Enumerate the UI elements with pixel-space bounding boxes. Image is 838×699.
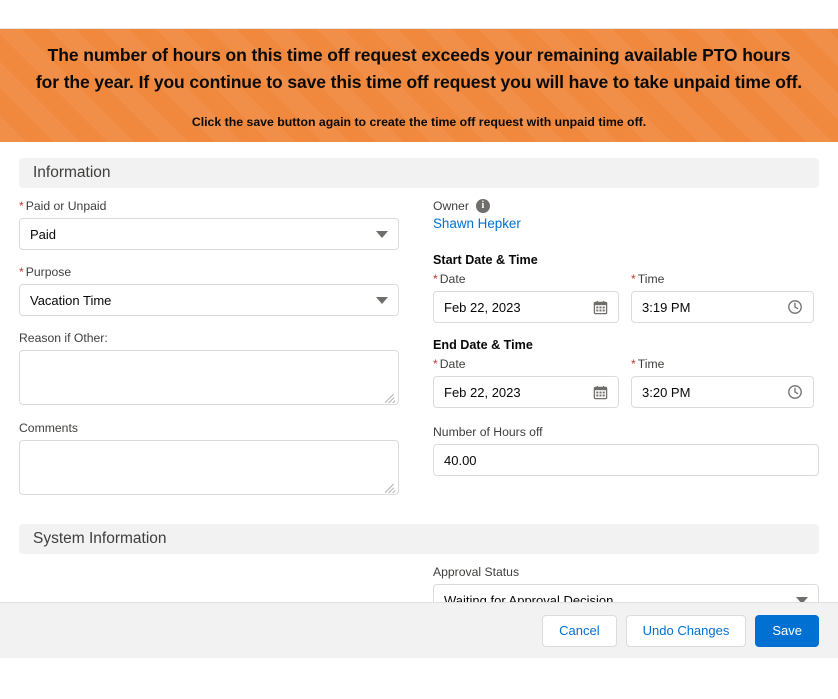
start-time-input[interactable]: 3:19 PM [631, 291, 814, 323]
label-purpose: * Purpose [19, 265, 399, 280]
label-comments: Comments [19, 421, 78, 435]
banner-message-line1: The number of hours on this time off req… [47, 45, 791, 65]
clock-icon[interactable] [787, 384, 803, 400]
end-date-value: Feb 22, 2023 [444, 384, 521, 400]
end-date-time-row: * Date Feb 22, 2023 * Time 3:20 PM [433, 357, 819, 408]
field-purpose: * Purpose Vacation Time [19, 265, 399, 316]
field-start-time: * Time 3:19 PM [631, 272, 814, 323]
label-number-of-hours-off: Number of Hours off [433, 425, 543, 439]
calendar-icon[interactable] [593, 385, 608, 400]
calendar-icon[interactable] [593, 300, 608, 315]
information-left-column: * Paid or Unpaid Paid * Purpose Vacation T… [19, 188, 419, 510]
form-footer: Cancel Undo Changes Save [0, 602, 838, 658]
field-start-date: * Date Feb 22, 2023 [433, 272, 619, 323]
owner-label-row: Owner i [433, 199, 819, 213]
label-end-date: * Date [433, 357, 619, 372]
end-time-value: 3:20 PM [642, 384, 691, 400]
label-paid-or-unpaid: * Paid or Unpaid [19, 199, 399, 214]
label-start-time: * Time [631, 272, 814, 287]
required-asterisk: * [433, 272, 438, 286]
section-title-information: Information [33, 164, 111, 181]
information-right-column: Owner i Shawn Hepker Start Date & Time *… [419, 188, 819, 510]
required-asterisk: * [19, 199, 24, 213]
resize-handle-icon[interactable] [385, 392, 396, 403]
reason-if-other-textarea[interactable] [19, 350, 399, 405]
required-asterisk: * [19, 265, 24, 279]
resize-handle-icon[interactable] [385, 482, 396, 493]
label-text: Paid or Unpaid [25, 199, 107, 213]
start-date-value: Feb 22, 2023 [444, 299, 521, 315]
label-reason-if-other: Reason if Other: [19, 331, 108, 345]
paid-or-unpaid-select[interactable]: Paid [19, 218, 399, 250]
label-text: Time [637, 272, 665, 286]
section-header-system-information: System Information [19, 524, 819, 554]
end-date-time-group-title: End Date & Time [433, 338, 533, 352]
label-owner: Owner [433, 199, 469, 213]
comments-textarea[interactable] [19, 440, 399, 495]
field-comments: Comments [19, 421, 399, 495]
section-title-system-information: System Information [33, 530, 167, 547]
cancel-button[interactable]: Cancel [542, 614, 617, 647]
field-end-time: * Time 3:20 PM [631, 357, 814, 408]
field-number-of-hours-off: Number of Hours off 40.00 [433, 425, 819, 476]
purpose-value: Vacation Time [30, 292, 112, 308]
required-asterisk: * [631, 357, 636, 371]
number-of-hours-off-input[interactable]: 40.00 [433, 444, 819, 476]
field-reason-if-other: Reason if Other: [19, 331, 399, 405]
info-icon[interactable]: i [475, 199, 490, 213]
field-end-date: * Date Feb 22, 2023 [433, 357, 619, 408]
paid-or-unpaid-value: Paid [30, 226, 57, 242]
section-header-information: Information [19, 158, 819, 188]
start-date-input[interactable]: Feb 22, 2023 [433, 291, 619, 323]
number-of-hours-off-value: 40.00 [444, 452, 477, 468]
chevron-down-icon [376, 296, 388, 304]
owner-link[interactable]: Shawn Hepker [433, 216, 521, 231]
label-text: Time [637, 357, 665, 371]
end-time-input[interactable]: 3:20 PM [631, 376, 814, 408]
label-end-time: * Time [631, 357, 814, 372]
start-time-value: 3:19 PM [642, 299, 691, 315]
banner-message-line2: for the year. If you continue to save th… [35, 72, 803, 92]
top-white-strip [0, 0, 838, 29]
save-button[interactable]: Save [755, 614, 819, 647]
label-text: Purpose [25, 265, 72, 279]
information-columns: * Paid or Unpaid Paid * Purpose Vacation T… [0, 188, 838, 510]
label-start-date: * Date [433, 272, 619, 287]
purpose-select[interactable]: Vacation Time [19, 284, 399, 316]
page-root: The number of hours on this time off req… [0, 0, 838, 699]
banner-sub-message: Click the save button again to create th… [191, 115, 647, 129]
field-paid-or-unpaid: * Paid or Unpaid Paid [19, 199, 399, 250]
warning-banner: The number of hours on this time off req… [0, 29, 838, 142]
start-date-time-row: * Date Feb 22, 2023 * Time 3:19 PM [433, 272, 819, 323]
end-date-input[interactable]: Feb 22, 2023 [433, 376, 619, 408]
required-asterisk: * [433, 357, 438, 371]
required-asterisk: * [631, 272, 636, 286]
undo-changes-button[interactable]: Undo Changes [625, 614, 747, 647]
banner-message: The number of hours on this time off req… [36, 42, 802, 96]
clock-icon[interactable] [787, 299, 803, 315]
start-date-time-group-title: Start Date & Time [433, 253, 538, 267]
field-owner: Owner i Shawn Hepker [433, 199, 819, 233]
chevron-down-icon [376, 230, 388, 238]
label-approval-status: Approval Status [433, 565, 520, 579]
label-text: Date [439, 357, 466, 371]
form-body: Information * Paid or Unpaid Paid * Purpos… [0, 158, 838, 658]
label-text: Date [439, 272, 466, 286]
